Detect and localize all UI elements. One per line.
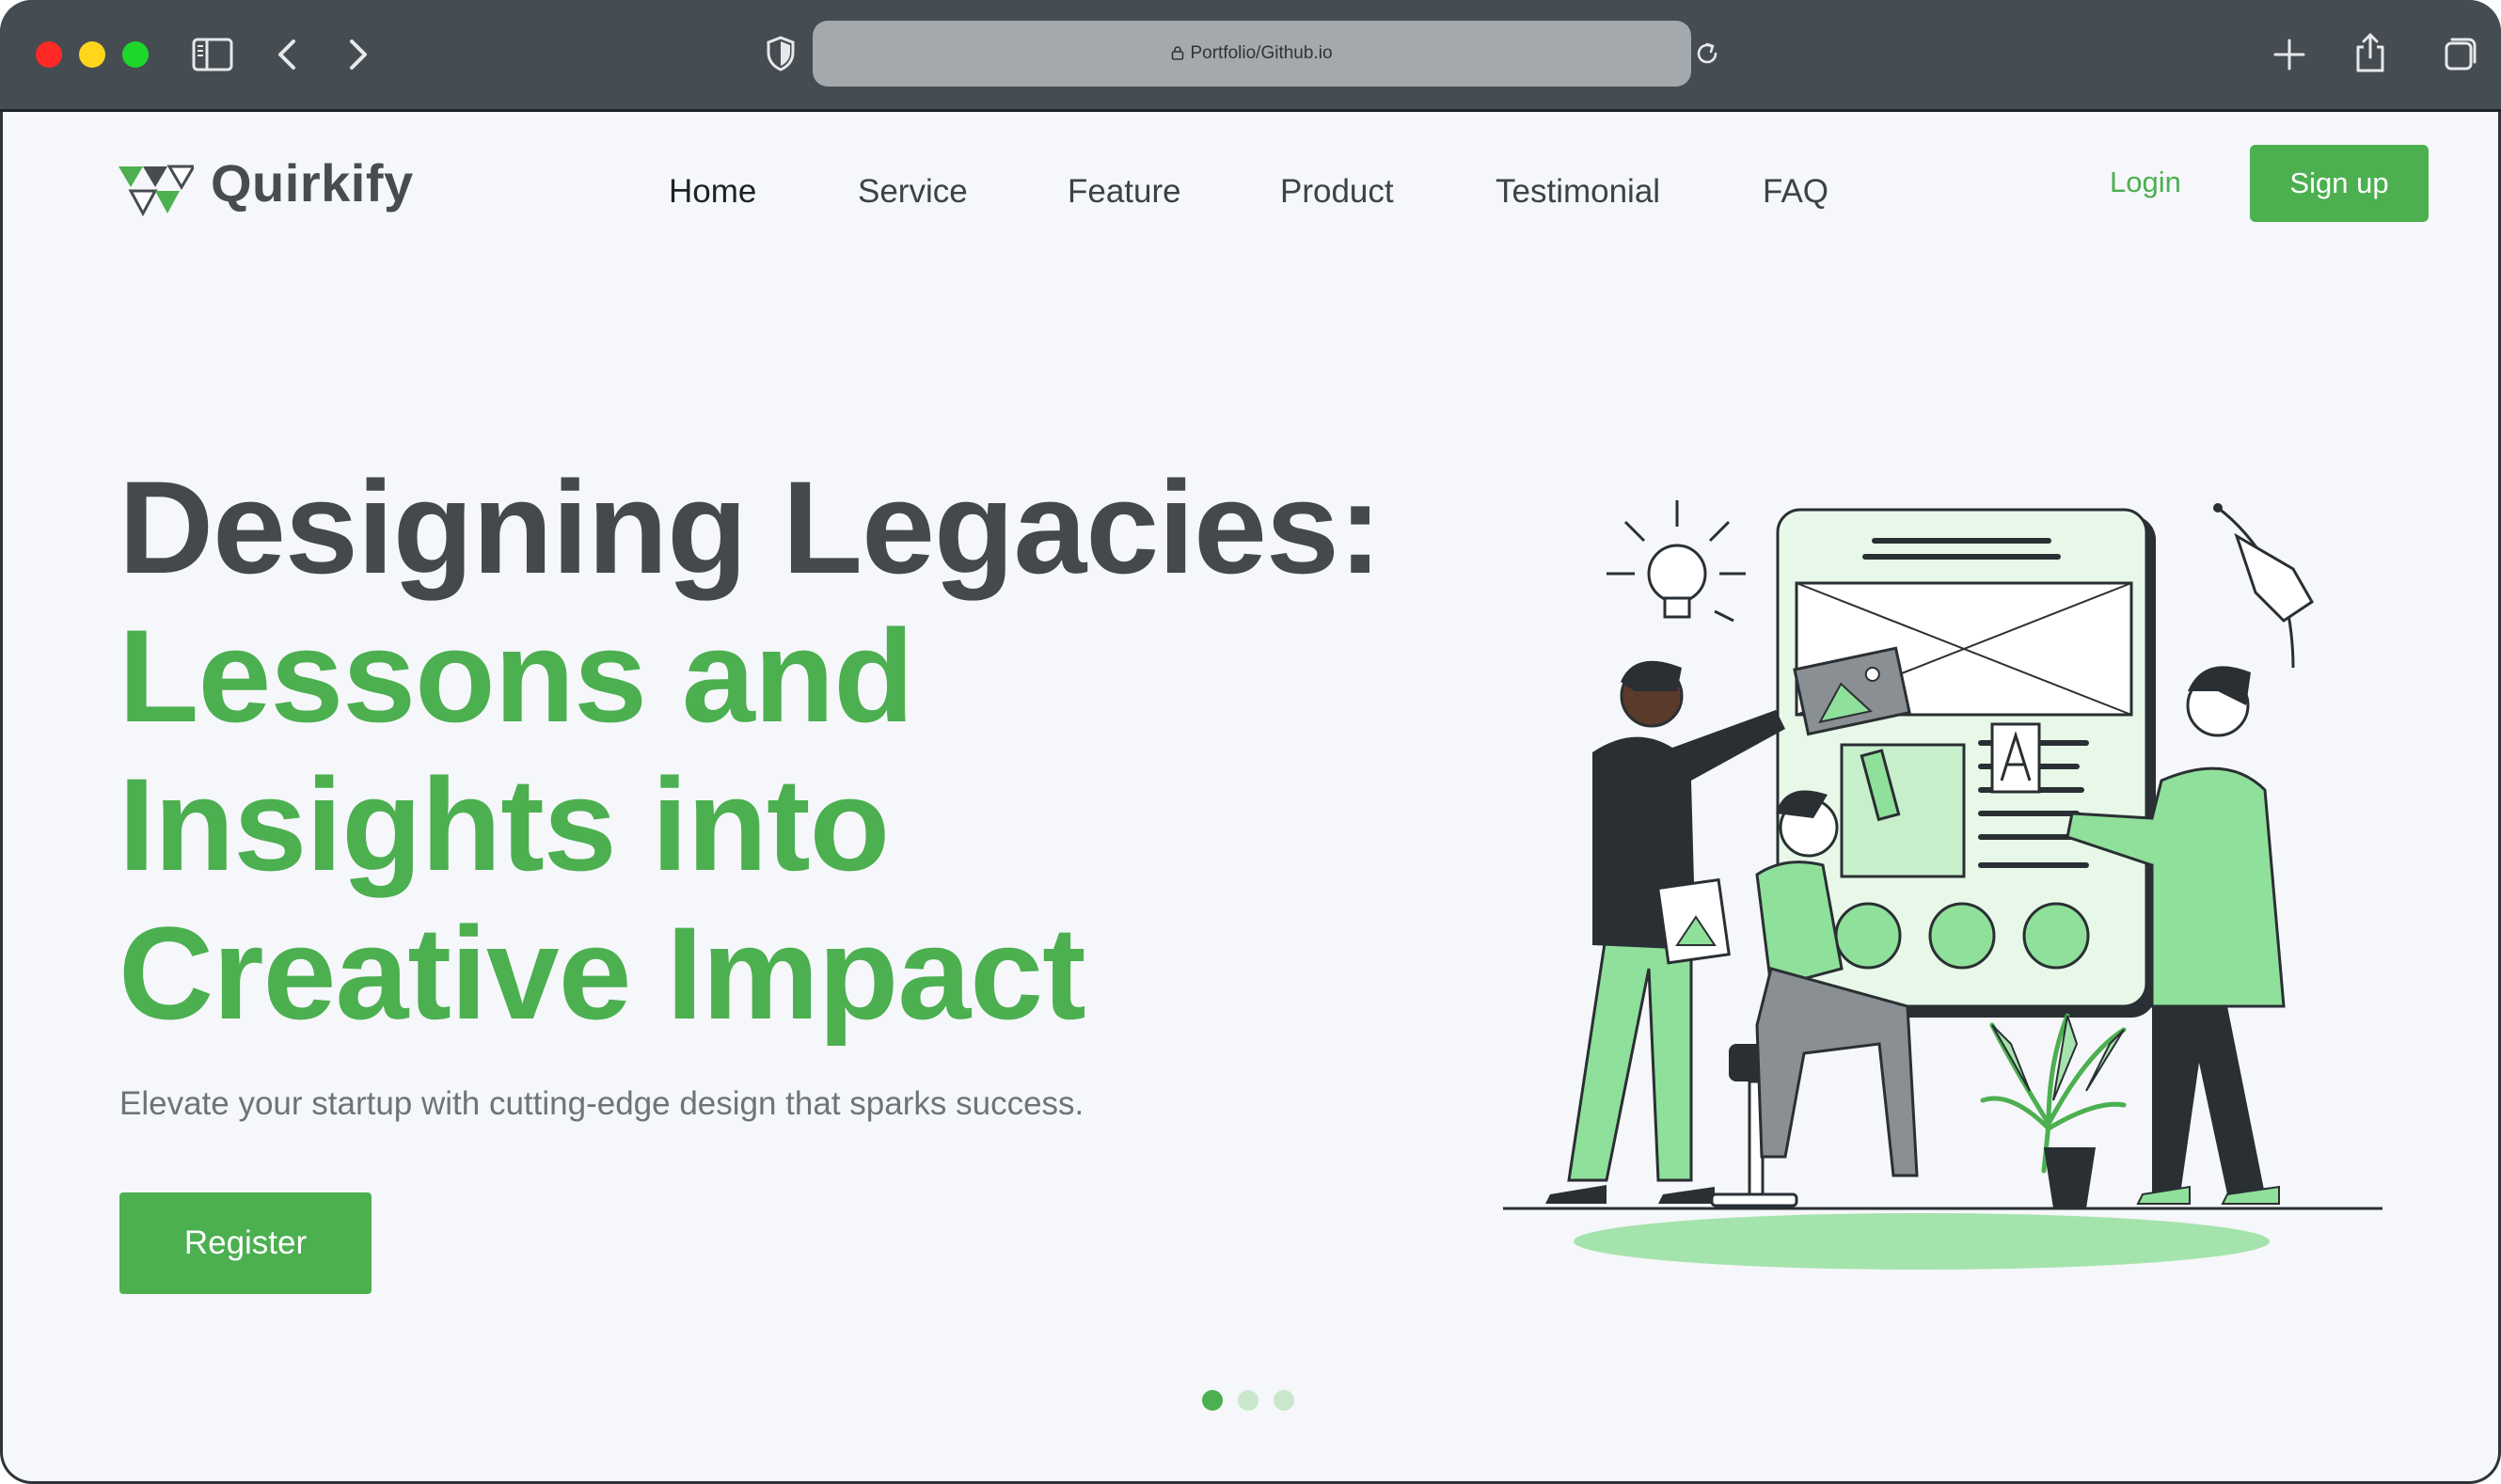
nav-home[interactable]: Home [669, 173, 756, 211]
quirkify-logo-icon[interactable] [119, 162, 194, 228]
nav-product[interactable]: Product [1280, 173, 1394, 211]
share-icon[interactable] [2353, 32, 2387, 73]
sidebar-toggle-icon[interactable] [192, 38, 233, 71]
browser-window: Portfolio/Github.io Quirkify Home Servic… [0, 0, 2501, 1484]
close-window-button[interactable] [36, 41, 62, 68]
headline-line-3: Insights into [119, 750, 890, 898]
tab-overview-icon[interactable] [2444, 36, 2477, 71]
hero-headline: Designing Legacies: Lessons and Insights… [119, 453, 1382, 1048]
new-tab-icon[interactable] [2272, 38, 2306, 71]
headline-line-4: Creative Impact [119, 899, 1086, 1047]
back-arrow-icon[interactable] [273, 38, 301, 71]
headline-line-1: Designing Legacies: [119, 453, 1382, 601]
browser-toolbar: Portfolio/Github.io [0, 0, 2501, 112]
hero-subtext: Elevate your startup with cutting-edge d… [119, 1085, 1084, 1122]
maximize-window-button[interactable] [122, 41, 149, 68]
plant-icon [1980, 1013, 2127, 1208]
login-link[interactable]: Login [2110, 166, 2181, 199]
register-button[interactable]: Register [119, 1192, 372, 1294]
carousel-dot-1[interactable] [1202, 1390, 1223, 1411]
nav-service[interactable]: Service [858, 173, 968, 211]
url-text: Portfolio/Github.io [1190, 43, 1333, 63]
minimize-window-button[interactable] [79, 41, 105, 68]
nav-feature[interactable]: Feature [1068, 173, 1181, 211]
headline-line-2: Lessons and [119, 602, 914, 750]
carousel-dot-3[interactable] [1274, 1390, 1294, 1411]
site-header: Quirkify Home Service Feature Product Te… [0, 113, 2501, 254]
brand-name[interactable]: Quirkify [211, 152, 414, 213]
address-bar[interactable]: Portfolio/Github.io [813, 21, 1691, 87]
nav-faq[interactable]: FAQ [1763, 173, 1828, 211]
lightbulb-icon [1607, 500, 1746, 623]
nav-testimonial[interactable]: Testimonial [1496, 173, 1660, 211]
forward-arrow-icon[interactable] [344, 38, 372, 71]
hero-illustration [1503, 500, 2382, 1270]
pen-tool-icon [2213, 503, 2314, 669]
lock-icon [1172, 46, 1184, 60]
privacy-shield-icon[interactable] [766, 36, 796, 71]
signup-button[interactable]: Sign up [2250, 145, 2429, 222]
reload-icon[interactable] [1693, 39, 1721, 68]
carousel-dot-2[interactable] [1238, 1390, 1258, 1411]
